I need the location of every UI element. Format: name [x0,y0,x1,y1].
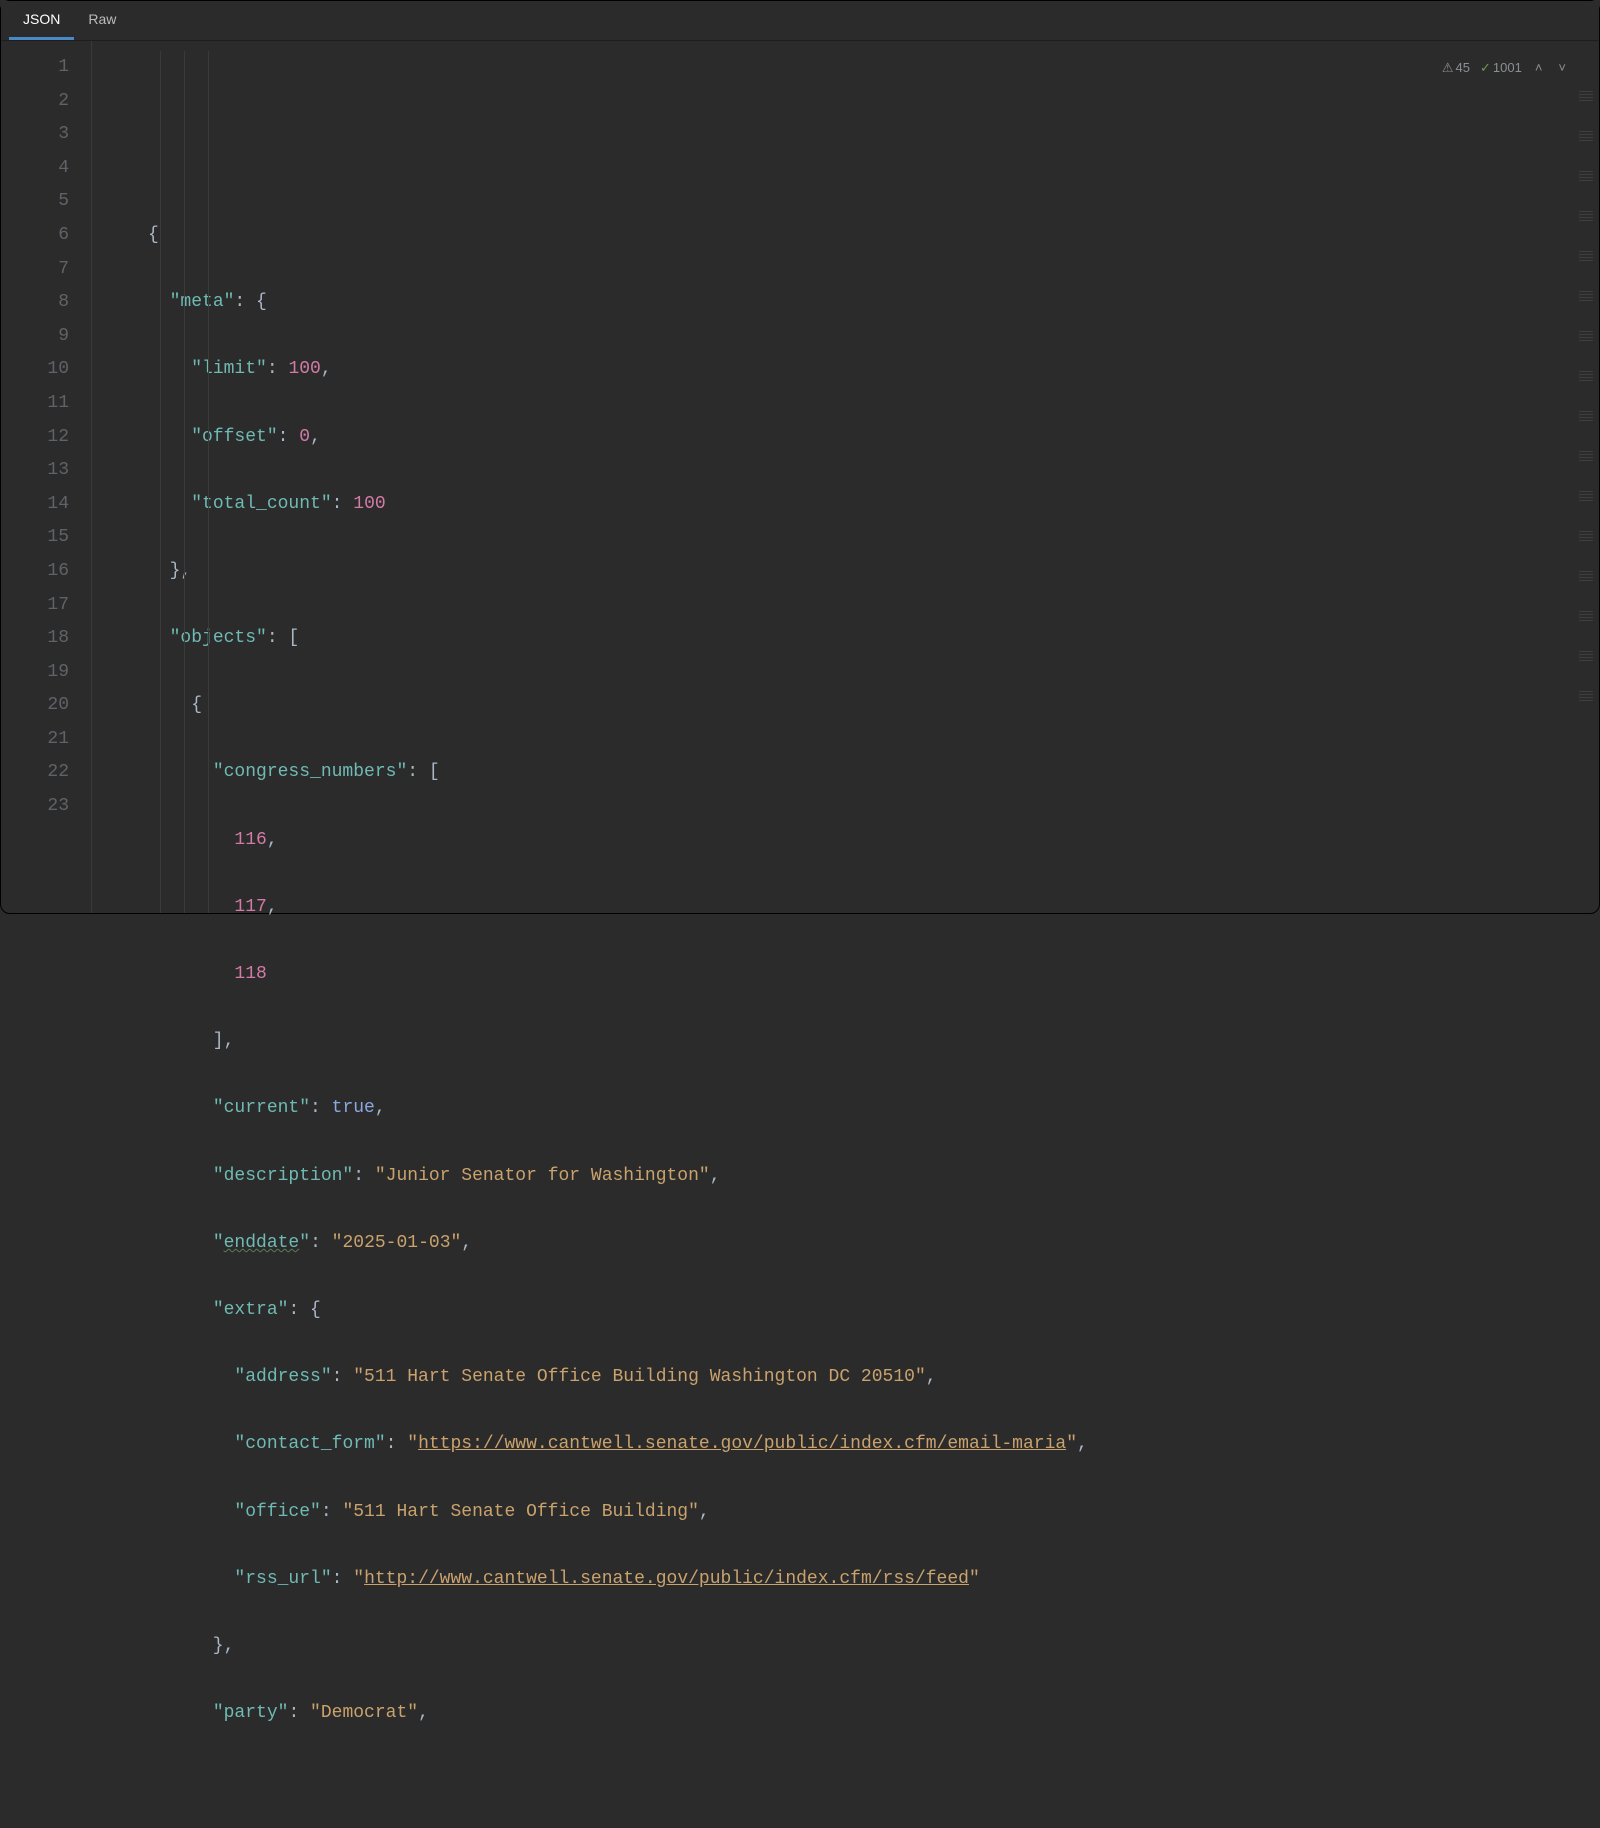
code-area[interactable]: { "meta": { "limit": 100, "offset": 0, "… [148,41,1599,913]
url-link[interactable]: https://www.cantwell.senate.gov/public/i… [418,1434,1066,1454]
line-number: 16 [1,555,69,589]
code-line: }, [148,555,1599,589]
line-number: 1 [1,51,69,85]
tab-bar: JSON Raw [1,1,1599,41]
code-line: "rss_url": "http://www.cantwell.senate.g… [148,1563,1599,1597]
chevron-up-icon[interactable]: ˄ [1532,51,1546,85]
line-number: 13 [1,454,69,488]
line-number: 3 [1,118,69,152]
code-line: "total_count": 100 [148,488,1599,522]
code-line: "enddate": "2025-01-03", [148,1227,1599,1261]
line-number: 17 [1,589,69,623]
tab-raw[interactable]: Raw [74,1,130,40]
line-number: 5 [1,185,69,219]
gutter-divider [91,41,92,913]
line-number: 8 [1,286,69,320]
code-line: "objects": [ [148,622,1599,656]
code-line: { [148,219,1599,253]
line-number: 21 [1,723,69,757]
line-number: 9 [1,320,69,354]
indent-guide [208,51,209,913]
line-number: 6 [1,219,69,253]
code-line: "contact_form": "https://www.cantwell.se… [148,1428,1599,1462]
code-line: }, [148,1630,1599,1664]
ok-count[interactable]: 1001 [1480,51,1522,85]
line-number: 15 [1,521,69,555]
code-line: "office": "511 Hart Senate Office Buildi… [148,1496,1599,1530]
code-line: "address": "511 Hart Senate Office Build… [148,1361,1599,1395]
indent-guide [160,51,161,913]
line-number: 18 [1,622,69,656]
line-number: 11 [1,387,69,421]
chevron-down-icon[interactable]: ˅ [1555,51,1569,85]
line-number: 19 [1,656,69,690]
code-line: 117, [148,891,1599,925]
url-link[interactable]: http://www.cantwell.senate.gov/public/in… [364,1569,969,1589]
code-line: 118 [148,958,1599,992]
code-line: "extra": { [148,1294,1599,1328]
code-line: "limit": 100, [148,353,1599,387]
code-line: "party": "Democrat", [148,1697,1599,1731]
code-line: 116, [148,824,1599,858]
code-line: "description": "Junior Senator for Washi… [148,1160,1599,1194]
editor-status: 45 1001 ˄ ˅ [1442,51,1569,85]
line-number: 20 [1,689,69,723]
code-line: ], [148,1025,1599,1059]
tab-json[interactable]: JSON [9,1,74,40]
indent-guide [184,51,185,913]
code-line: { [148,689,1599,723]
line-gutter: 1 2 3 4 5 6 7 8 9 10 11 12 13 14 15 16 1… [1,41,91,913]
minimap[interactable] [1579,91,1593,701]
code-editor[interactable]: 1 2 3 4 5 6 7 8 9 10 11 12 13 14 15 16 1… [1,41,1599,913]
code-line: "offset": 0, [148,421,1599,455]
code-line: "current": true, [148,1092,1599,1126]
code-line: "congress_numbers": [ [148,756,1599,790]
line-number: 10 [1,353,69,387]
line-number: 14 [1,488,69,522]
code-line: "meta": { [148,286,1599,320]
line-number: 7 [1,253,69,287]
line-number: 23 [1,790,69,824]
line-number: 22 [1,756,69,790]
line-number: 12 [1,421,69,455]
line-number: 2 [1,85,69,119]
warnings-count[interactable]: 45 [1442,51,1470,85]
line-number: 4 [1,152,69,186]
